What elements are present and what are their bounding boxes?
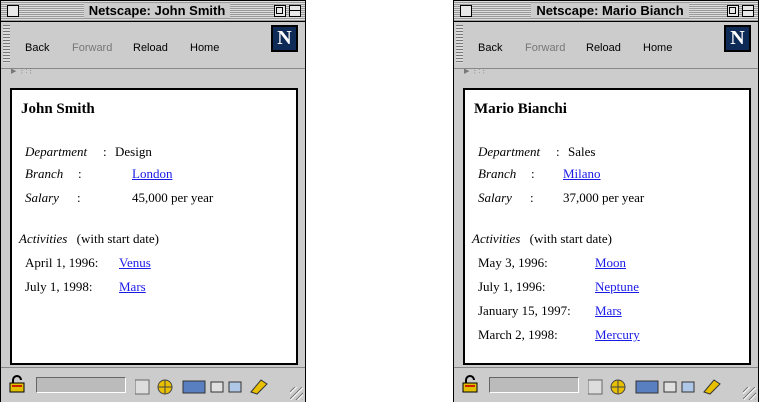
salary-row: Salary : 37,000 per year xyxy=(478,190,644,206)
zoom-box-icon[interactable] xyxy=(727,5,739,17)
logo-letter: N xyxy=(730,27,745,49)
status-message-field xyxy=(36,377,126,393)
status-bar xyxy=(1,367,305,402)
activity-link[interactable]: Mercury xyxy=(595,327,640,343)
home-button[interactable]: Home xyxy=(190,42,219,54)
home-button[interactable]: Home xyxy=(643,42,672,54)
navigation-toolbar: Back Forward Reload Home N ▶ ⋮:⋮ xyxy=(454,22,758,75)
activities-heading: Activities (with start date) xyxy=(19,231,159,247)
department-value: Sales xyxy=(568,144,596,159)
title-bar[interactable]: Netscape: Mario Bianch xyxy=(454,1,758,22)
activity-link[interactable]: Moon xyxy=(595,255,626,271)
component-bar-icons[interactable] xyxy=(135,376,277,396)
branch-link[interactable]: London xyxy=(132,166,172,182)
component-bar-icons[interactable] xyxy=(588,376,730,396)
activity-link[interactable]: Neptune xyxy=(595,279,639,295)
branch-sep: : xyxy=(78,166,82,181)
reload-button[interactable]: Reload xyxy=(586,42,621,54)
page-content: John Smith Department : Design Branch : … xyxy=(10,88,298,365)
browser-window-john-smith: Netscape: John Smith Back Forward Reload… xyxy=(0,0,306,402)
netscape-n-logo-icon[interactable]: N xyxy=(271,25,298,52)
salary-value: 37,000 per year xyxy=(563,190,645,205)
activity-date: April 1, 1996: xyxy=(25,255,99,270)
location-bar-tab[interactable]: ▶ ⋮:⋮ xyxy=(454,68,504,76)
close-box-icon[interactable] xyxy=(7,5,19,17)
branch-sep: : xyxy=(531,166,535,181)
netscape-n-logo-icon[interactable]: N xyxy=(724,25,751,52)
activity-date: March 2, 1998: xyxy=(478,327,558,342)
drag-grip-icon[interactable] xyxy=(456,25,463,63)
window-title: Netscape: John Smith xyxy=(49,1,265,21)
resize-grip-icon[interactable] xyxy=(290,387,303,400)
branch-row: Branch : London xyxy=(25,166,172,182)
collapse-box-icon[interactable] xyxy=(289,5,301,17)
salary-label: Salary xyxy=(478,190,512,205)
browser-window-mario-bianchi: Netscape: Mario Bianch Back Forward Relo… xyxy=(453,0,759,402)
activities-heading: Activities (with start date) xyxy=(472,231,612,247)
person-name: Mario Bianchi xyxy=(474,101,567,117)
collapse-box-icon[interactable] xyxy=(742,5,754,17)
zoom-box-icon[interactable] xyxy=(274,5,286,17)
branch-row: Branch : Milano xyxy=(478,166,601,182)
activity-date: July 1, 1996: xyxy=(478,279,546,294)
salary-sep: : xyxy=(77,190,81,205)
status-bar xyxy=(454,367,758,402)
activity-link[interactable]: Venus xyxy=(119,255,151,271)
activity-date: May 3, 1996: xyxy=(478,255,548,270)
activity-link[interactable]: Mars xyxy=(119,279,146,295)
activities-note: (with start date) xyxy=(529,231,612,246)
reload-button[interactable]: Reload xyxy=(133,42,168,54)
navigation-toolbar: Back Forward Reload Home N ▶ ⋮:⋮ xyxy=(1,22,305,75)
department-row: Department : Sales xyxy=(478,144,595,160)
title-bar[interactable]: Netscape: John Smith xyxy=(1,1,305,22)
department-sep: : xyxy=(103,144,107,159)
salary-row: Salary : 45,000 per year xyxy=(25,190,213,206)
back-button[interactable]: Back xyxy=(25,42,49,54)
branch-label: Branch xyxy=(478,166,517,181)
salary-value: 45,000 per year xyxy=(132,190,214,205)
activity-link[interactable]: Mars xyxy=(595,303,622,319)
department-sep: : xyxy=(556,144,560,159)
person-name: John Smith xyxy=(21,101,95,117)
resize-grip-icon[interactable] xyxy=(743,387,756,400)
salary-sep: : xyxy=(530,190,534,205)
status-message-field xyxy=(489,377,579,393)
activities-label: Activities xyxy=(19,231,68,246)
branch-link[interactable]: Milano xyxy=(563,166,601,182)
security-lock-icon[interactable] xyxy=(9,375,25,393)
activities-label: Activities xyxy=(472,231,521,246)
forward-button[interactable]: Forward xyxy=(525,42,565,54)
forward-button[interactable]: Forward xyxy=(72,42,112,54)
drag-grip-icon[interactable] xyxy=(3,25,10,63)
branch-label: Branch xyxy=(25,166,64,181)
department-row: Department : Design xyxy=(25,144,152,160)
close-box-icon[interactable] xyxy=(460,5,472,17)
security-lock-icon[interactable] xyxy=(462,375,478,393)
back-button[interactable]: Back xyxy=(478,42,502,54)
window-title: Netscape: Mario Bianch xyxy=(502,1,718,21)
page-content: Mario Bianchi Department : Sales Branch … xyxy=(463,88,751,365)
activity-date: July 1, 1998: xyxy=(25,279,93,294)
location-bar-tab[interactable]: ▶ ⋮:⋮ xyxy=(1,68,51,76)
salary-label: Salary xyxy=(25,190,59,205)
activity-date: January 15, 1997: xyxy=(478,303,571,318)
logo-letter: N xyxy=(277,27,292,49)
department-label: Department xyxy=(25,144,88,159)
activities-note: (with start date) xyxy=(76,231,159,246)
department-value: Design xyxy=(115,144,152,159)
department-label: Department xyxy=(478,144,541,159)
